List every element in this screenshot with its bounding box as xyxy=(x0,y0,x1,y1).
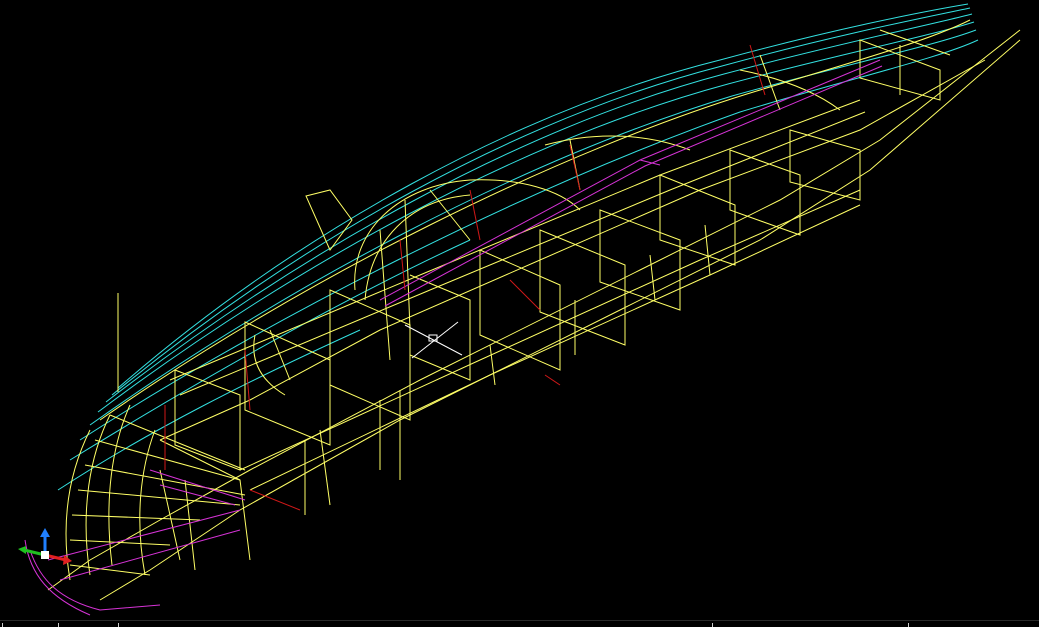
cabin-arch xyxy=(253,54,841,396)
status-tick xyxy=(712,623,713,627)
hull-wireframe-model[interactable] xyxy=(0,0,1039,626)
status-tick xyxy=(58,623,59,627)
status-tick xyxy=(118,623,119,627)
status-tick xyxy=(2,623,3,627)
longitudinal-stringers xyxy=(169,99,866,515)
drawing-viewport[interactable] xyxy=(0,0,1039,626)
keel-and-chines xyxy=(24,59,883,616)
crosshair-cursor-icon[interactable] xyxy=(404,321,463,359)
status-tick xyxy=(908,623,909,627)
hull-outline xyxy=(47,19,1021,601)
